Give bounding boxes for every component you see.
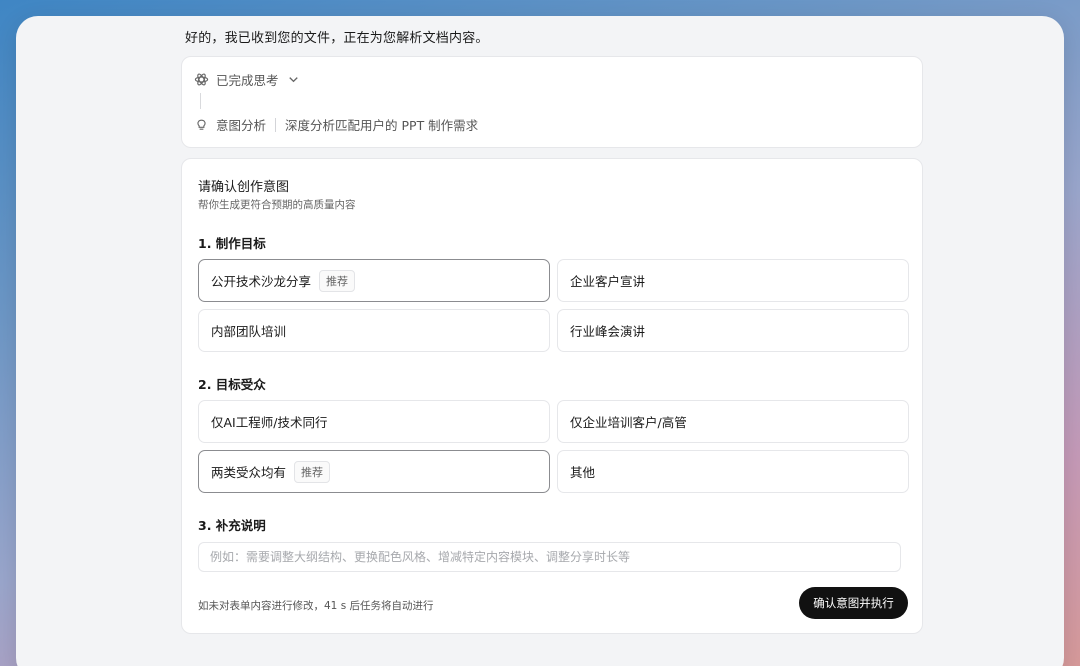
thinking-panel: 已完成思考 意图分析 深度分析匹配用户的 PPT 制作需求	[181, 56, 923, 148]
thinking-status: 已完成思考	[216, 73, 279, 88]
option-label: 仅企业培训客户/高管	[570, 415, 687, 430]
option-enterprise-execs[interactable]: 仅企业培训客户/高管	[557, 400, 909, 443]
intent-form: 请确认创作意图 帮你生成更符合预期的高质量内容 1. 制作目标 公开技术沙龙分享…	[181, 158, 923, 634]
recommend-badge: 推荐	[319, 269, 356, 292]
option-label: 仅AI工程师/技术同行	[211, 415, 328, 430]
assistant-message: 好的，我已收到您的文件，正在为您解析文档内容。	[185, 31, 489, 46]
recommend-badge: 推荐	[294, 460, 331, 483]
option-other[interactable]: 其他	[557, 450, 909, 493]
option-ai-engineers[interactable]: 仅AI工程师/技术同行	[198, 400, 550, 443]
brain-icon	[194, 72, 209, 87]
form-subtitle: 帮你生成更符合预期的高质量内容	[198, 199, 356, 211]
section-title-audience: 2. 目标受众	[198, 377, 266, 392]
thinking-toggle[interactable]: 已完成思考	[194, 70, 301, 89]
option-label: 其他	[570, 465, 596, 480]
thinking-step-name: 意图分析	[216, 118, 267, 133]
divider	[275, 117, 277, 132]
section-title-notes: 3. 补充说明	[198, 518, 266, 533]
thinking-step: 意图分析 深度分析匹配用户的 PPT 制作需求	[194, 115, 478, 134]
option-label: 内部团队培训	[211, 324, 287, 339]
option-team-training[interactable]: 内部团队培训	[198, 309, 550, 352]
option-client-pitch[interactable]: 企业客户宣讲	[557, 259, 909, 302]
confirm-execute-button[interactable]: 确认意图并执行	[799, 587, 908, 619]
thinking-step-desc: 深度分析匹配用户的 PPT 制作需求	[285, 118, 479, 133]
option-label: 行业峰会演讲	[570, 324, 646, 339]
option-both-audiences[interactable]: 两类受众均有 推荐	[198, 450, 550, 493]
option-label: 公开技术沙龙分享	[211, 274, 312, 289]
chevron-down-icon[interactable]	[286, 72, 301, 87]
option-label: 企业客户宣讲	[570, 274, 646, 289]
supplement-input[interactable]	[198, 542, 901, 572]
option-tech-salon[interactable]: 公开技术沙龙分享 推荐	[198, 259, 550, 302]
thinking-timeline-line	[200, 93, 201, 109]
auto-run-countdown: 如未对表单内容进行修改，41 s 后任务将自动进行	[198, 600, 434, 612]
section-title-goal: 1. 制作目标	[198, 236, 266, 251]
option-summit-talk[interactable]: 行业峰会演讲	[557, 309, 909, 352]
app-window: 好的，我已收到您的文件，正在为您解析文档内容。 已完成思考 意图分析 深度分析匹…	[16, 16, 1064, 666]
option-label: 两类受众均有	[211, 465, 287, 480]
lightbulb-icon	[194, 117, 209, 132]
form-title: 请确认创作意图	[198, 180, 290, 195]
